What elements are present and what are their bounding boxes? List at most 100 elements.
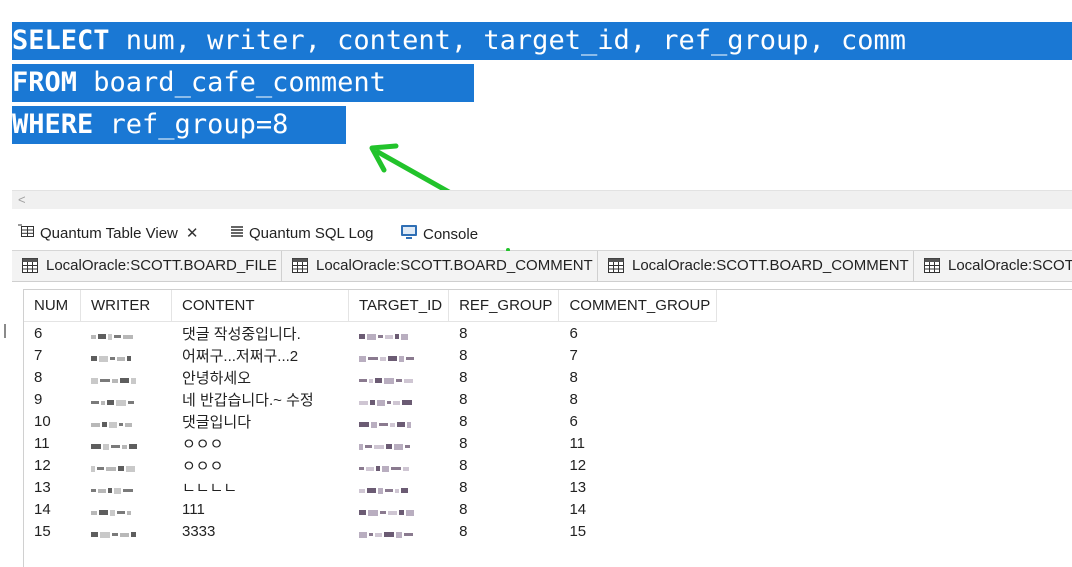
cell-target-id[interactable]	[349, 498, 449, 520]
tab-console[interactable]: Console	[400, 224, 478, 244]
cell-content[interactable]: 3333	[172, 520, 349, 542]
sql-keyword: FROM	[12, 67, 78, 98]
table-row[interactable]: 6 댓글 작성중입니다. 8 6	[24, 322, 717, 345]
cell-writer[interactable]	[81, 344, 172, 366]
table-body: 6 댓글 작성중입니다. 8 6 7 어쩌구...저쩌구...2 8 7 8 안녕하세오 8 8 9 네 …	[24, 322, 717, 543]
cell-ref-group[interactable]: 8	[449, 454, 559, 476]
cell-comment-group[interactable]: 8	[559, 388, 717, 410]
cell-num[interactable]: 8	[24, 366, 81, 388]
results-table[interactable]: NUM WRITER CONTENT TARGET_ID REF_GROUP C…	[23, 289, 1072, 567]
table-row[interactable]: 15 3333 8 15	[24, 520, 717, 542]
cell-num[interactable]: 14	[24, 498, 81, 520]
cell-target-id[interactable]	[349, 410, 449, 432]
tab-label: LocalOracle:SCOTT.BOARD_FILE	[46, 257, 277, 274]
sql-line-where[interactable]: WHERE ref_group=8	[12, 106, 346, 144]
tab-scott[interactable]: LocalOracle:SCOTT	[914, 251, 1072, 281]
cell-content[interactable]: ㅇㅇㅇ	[172, 454, 349, 476]
table-row[interactable]: 12 ㅇㅇㅇ 8 12	[24, 454, 717, 476]
cell-comment-group[interactable]: 12	[559, 454, 717, 476]
cell-content[interactable]: 네 반갑습니다.~ 수정	[172, 388, 349, 410]
cell-comment-group[interactable]: 11	[559, 432, 717, 454]
cell-num[interactable]: 11	[24, 432, 81, 454]
cell-content[interactable]: 댓글입니다	[172, 410, 349, 432]
cell-ref-group[interactable]: 8	[449, 410, 559, 432]
cell-ref-group[interactable]: 8	[449, 476, 559, 498]
cell-writer[interactable]	[81, 476, 172, 498]
close-icon[interactable]: ✕	[186, 225, 199, 242]
table-row[interactable]: 9 네 반갑습니다.~ 수정 8 8	[24, 388, 717, 410]
cell-ref-group[interactable]: 8	[449, 498, 559, 520]
cell-num[interactable]: 7	[24, 344, 81, 366]
table-row[interactable]: 11 ㅇㅇㅇ 8 11	[24, 432, 717, 454]
cell-writer[interactable]	[81, 454, 172, 476]
column-header-content[interactable]: CONTENT	[171, 290, 349, 322]
cell-target-id[interactable]	[349, 322, 449, 345]
cell-target-id[interactable]	[349, 454, 449, 476]
cell-comment-group[interactable]: 7	[559, 344, 717, 366]
cell-num[interactable]: 6	[24, 322, 81, 345]
tab-quantum-table-view[interactable]: Quantum Table View ✕	[18, 224, 198, 244]
cell-content[interactable]: 어쩌구...저쩌구...2	[172, 344, 349, 366]
cell-num[interactable]: 9	[24, 388, 81, 410]
column-header-target-id[interactable]: TARGET_ID	[348, 290, 450, 322]
cell-num[interactable]: 15	[24, 520, 81, 542]
cell-comment-group[interactable]: 6	[559, 322, 717, 345]
tab-quantum-sql-log[interactable]: Quantum SQL Log	[230, 224, 374, 244]
cell-ref-group[interactable]: 8	[449, 322, 559, 345]
cell-comment-group[interactable]: 6	[559, 410, 717, 432]
cell-comment-group[interactable]: 13	[559, 476, 717, 498]
table-row[interactable]: 8 안녕하세오 8 8	[24, 366, 717, 388]
cell-num[interactable]: 13	[24, 476, 81, 498]
cell-num[interactable]: 12	[24, 454, 81, 476]
grid-icon	[292, 254, 308, 281]
cell-num[interactable]: 10	[24, 410, 81, 432]
cell-content[interactable]: ㄴㄴㄴㄴ	[172, 476, 349, 498]
table-row[interactable]: 7 어쩌구...저쩌구...2 8 7	[24, 344, 717, 366]
cell-content[interactable]: 안녕하세오	[172, 366, 349, 388]
cell-ref-group[interactable]: 8	[449, 344, 559, 366]
grid-icon	[924, 254, 940, 281]
column-header-writer[interactable]: WRITER	[80, 290, 172, 322]
table-row[interactable]: 14 111 8 14	[24, 498, 717, 520]
cell-writer[interactable]	[81, 366, 172, 388]
sash-handle[interactable]	[4, 324, 6, 338]
column-header-comment-group[interactable]: COMMENT_GROUP	[558, 290, 718, 322]
cell-target-id[interactable]	[349, 476, 449, 498]
cell-writer[interactable]	[81, 520, 172, 542]
sql-text: ref_group=8	[93, 109, 289, 140]
cell-content[interactable]: 댓글 작성중입니다.	[172, 322, 349, 345]
cell-writer[interactable]	[81, 410, 172, 432]
cell-comment-group[interactable]: 14	[559, 498, 717, 520]
cell-ref-group[interactable]: 8	[449, 520, 559, 542]
table-row[interactable]: 10 댓글입니다 8 6	[24, 410, 717, 432]
cell-target-id[interactable]	[349, 388, 449, 410]
sql-line-from[interactable]: FROM board_cafe_comment	[12, 64, 474, 102]
column-header-ref-group[interactable]: REF_GROUP	[448, 290, 560, 322]
cell-writer[interactable]	[81, 432, 172, 454]
cell-content[interactable]: ㅇㅇㅇ	[172, 432, 349, 454]
horizontal-scrollbar[interactable]: <	[12, 190, 1072, 209]
cell-writer[interactable]	[81, 388, 172, 410]
cell-ref-group[interactable]: 8	[449, 366, 559, 388]
tab-board-comment[interactable]: LocalOracle:SCOTT.BOARD_COMMENT	[282, 251, 598, 281]
cell-content[interactable]: 111	[172, 498, 349, 520]
cell-writer[interactable]	[81, 322, 172, 345]
cell-comment-group[interactable]: 15	[559, 520, 717, 542]
cell-target-id[interactable]	[349, 432, 449, 454]
sql-line-select[interactable]: SELECT num, writer, content, target_id, …	[12, 22, 1072, 60]
cell-target-id[interactable]	[349, 520, 449, 542]
cell-target-id[interactable]	[349, 344, 449, 366]
cell-target-id[interactable]	[349, 366, 449, 388]
cell-ref-group[interactable]: 8	[449, 432, 559, 454]
cell-writer[interactable]	[81, 498, 172, 520]
table-row[interactable]: 13 ㄴㄴㄴㄴ 8 13	[24, 476, 717, 498]
redacted-value	[91, 460, 137, 472]
sql-editor[interactable]: SELECT num, writer, content, target_id, …	[0, 0, 1072, 190]
cell-comment-group[interactable]: 8	[559, 366, 717, 388]
tab-board-comment-2[interactable]: LocalOracle:SCOTT.BOARD_COMMENT	[598, 251, 914, 281]
cell-ref-group[interactable]: 8	[449, 388, 559, 410]
scroll-left-icon[interactable]: <	[18, 192, 26, 207]
redacted-value	[91, 504, 133, 516]
tab-board-file[interactable]: LocalOracle:SCOTT.BOARD_FILE	[12, 251, 282, 281]
column-header-num[interactable]: NUM	[24, 290, 81, 322]
